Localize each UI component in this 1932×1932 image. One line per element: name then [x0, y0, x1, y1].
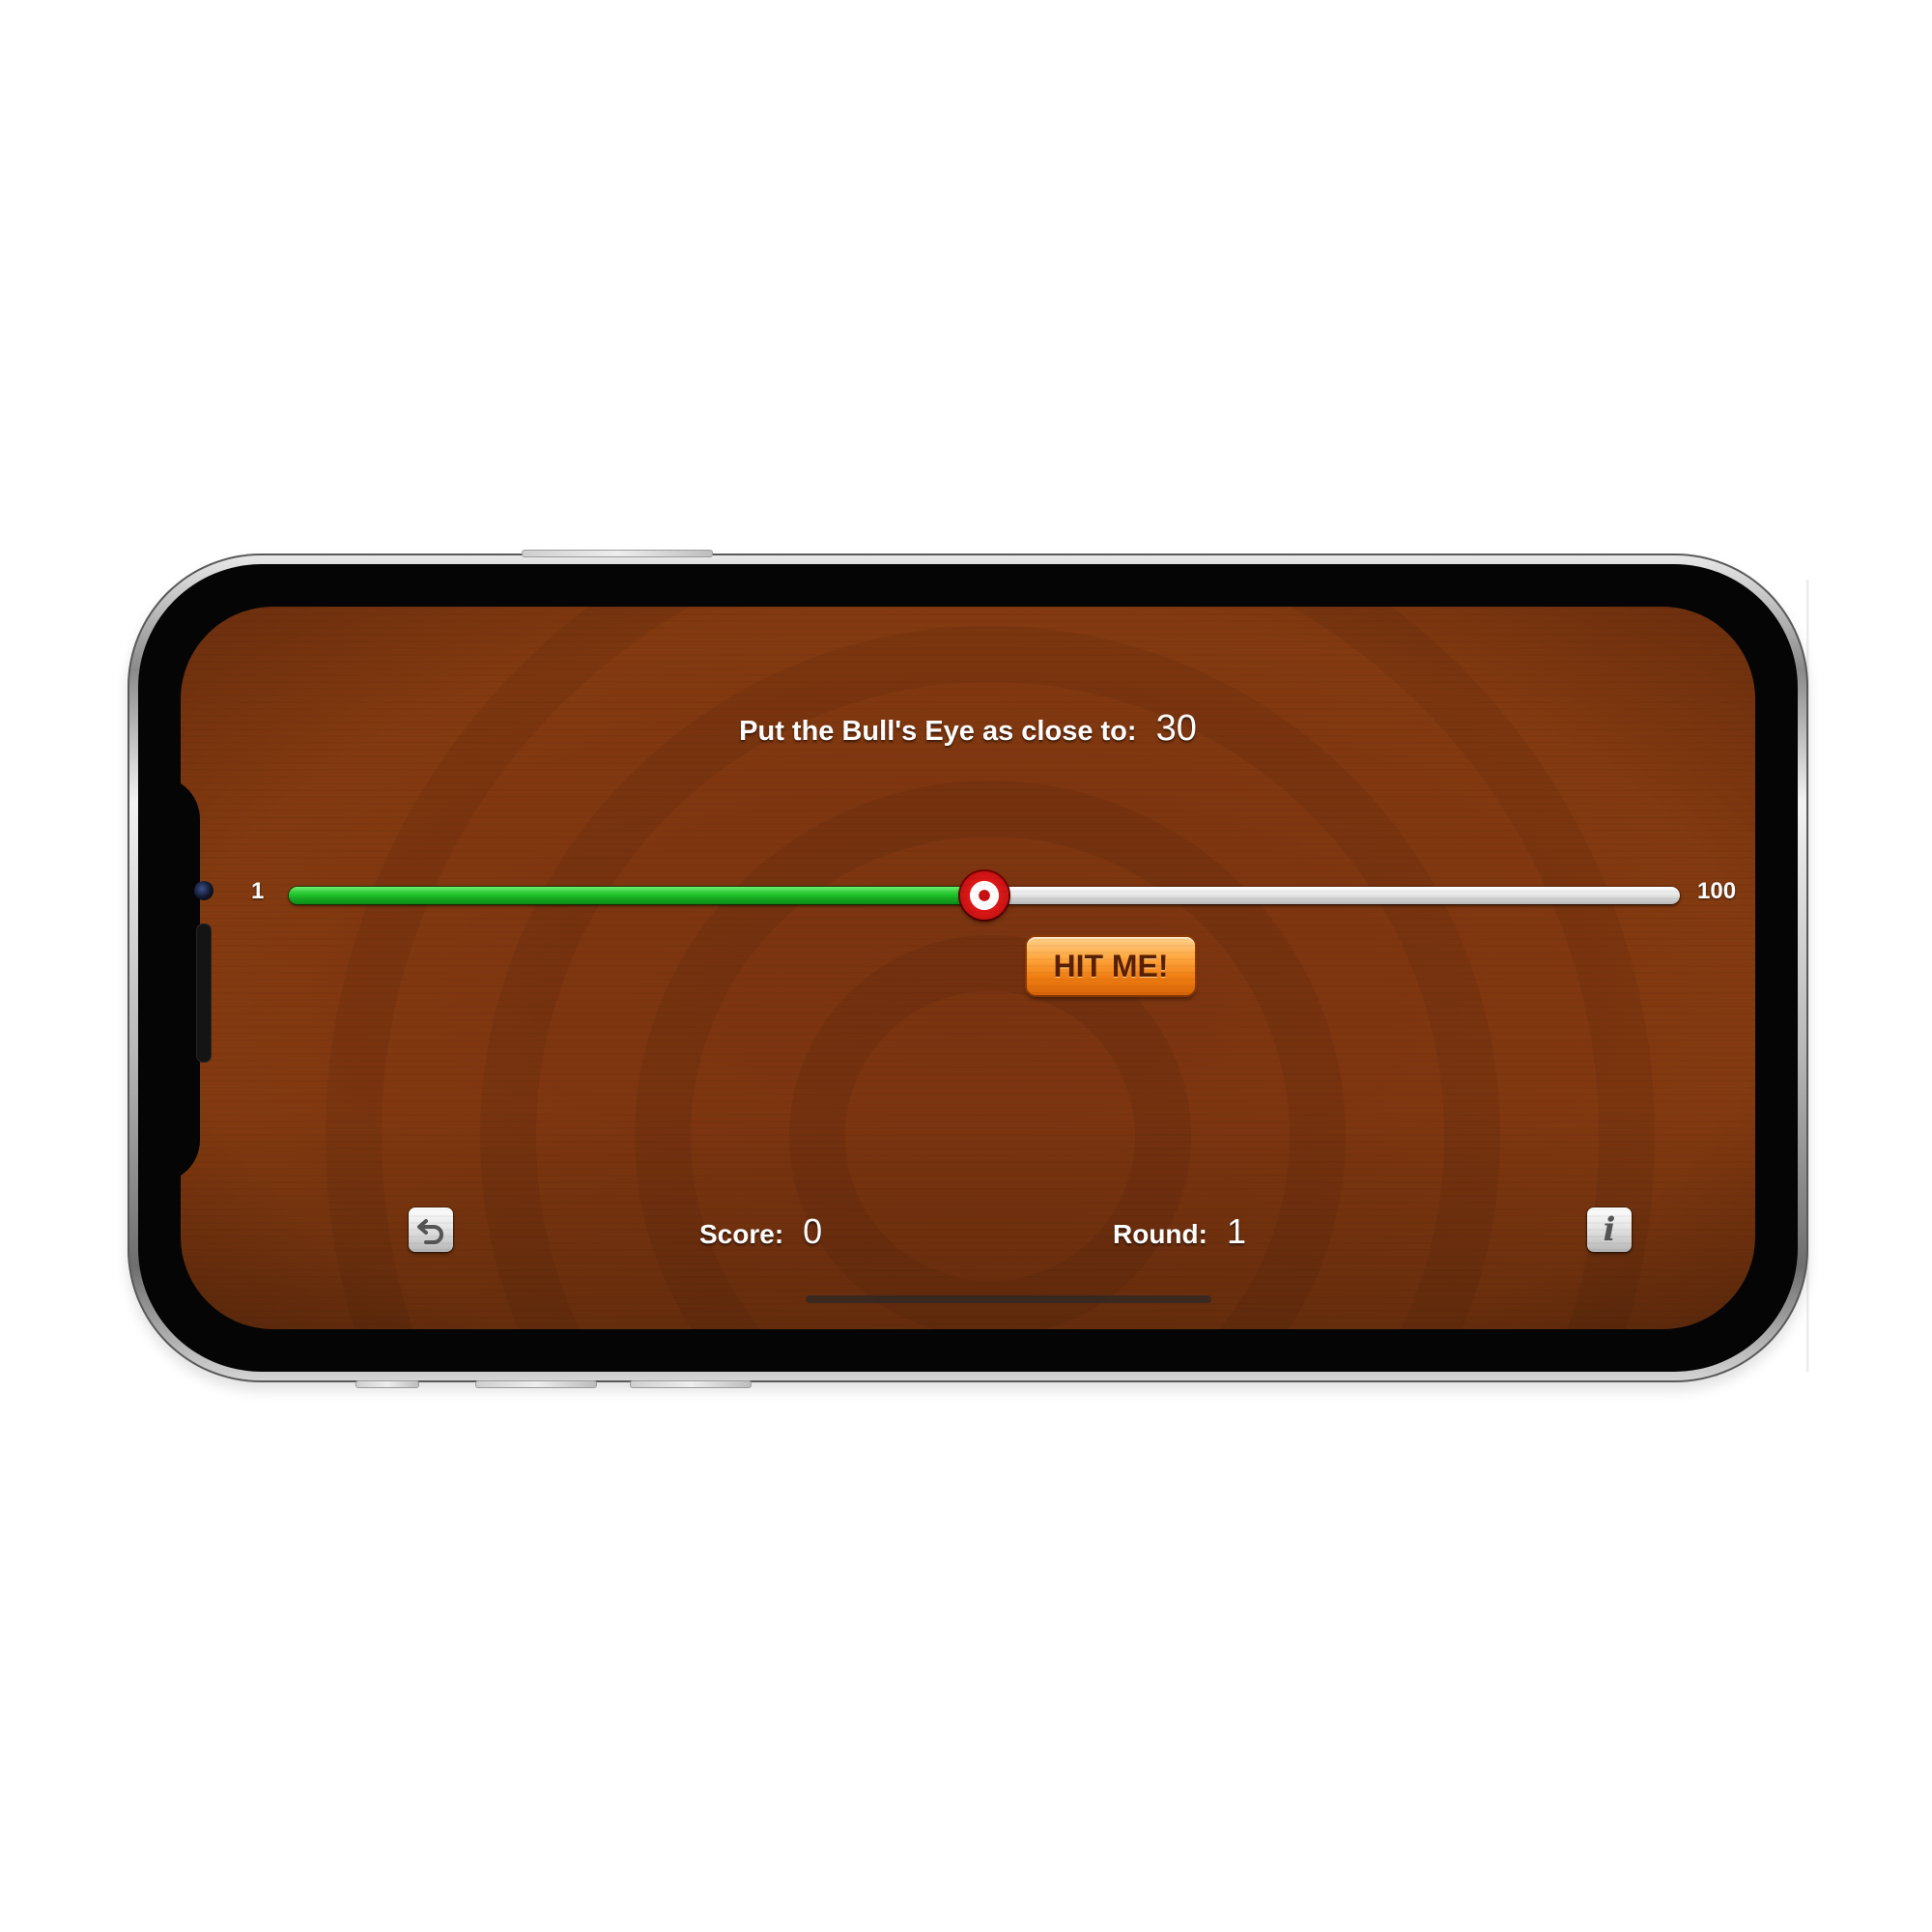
slider-max-label: 100 [1697, 878, 1737, 904]
speaker-icon [196, 923, 212, 1063]
hardware-button-bottom-3 [630, 1380, 752, 1388]
round-display: Round: 1 [1113, 1211, 1246, 1252]
notch [157, 777, 200, 1182]
camera-icon [194, 881, 213, 900]
score-label: Score: [699, 1219, 784, 1249]
score-display: Score: 0 [699, 1211, 822, 1252]
bullseye-icon[interactable] [960, 871, 1009, 920]
phone-bezel: Put the Bull's Eye as close to: 30 1 100… [138, 564, 1798, 1372]
round-value: 1 [1226, 1211, 1246, 1251]
phone-frame: Put the Bull's Eye as close to: 30 1 100… [128, 550, 1808, 1388]
home-indicator[interactable] [806, 1295, 1211, 1303]
round-label: Round: [1113, 1219, 1208, 1249]
hardware-button-top [522, 550, 713, 557]
hardware-button-bottom-1 [355, 1380, 419, 1388]
info-icon: i [1603, 1210, 1616, 1249]
info-button[interactable]: i [1587, 1208, 1632, 1252]
hit-me-button[interactable]: HIT ME! [1027, 937, 1195, 995]
guess-slider[interactable]: 1 100 [181, 866, 1755, 923]
restart-button[interactable] [409, 1208, 453, 1252]
target-instruction: Put the Bull's Eye as close to: 30 [181, 708, 1755, 766]
bottom-bar: Score: 0 Round: 1 i [181, 1202, 1755, 1260]
slider-min-label: 1 [251, 878, 265, 904]
restart-icon [417, 1219, 443, 1244]
target-value: 30 [1155, 708, 1197, 749]
slider-fill [289, 887, 984, 904]
instruction-label: Put the Bull's Eye as close to: [739, 716, 1137, 747]
hardware-button-bottom-2 [475, 1380, 597, 1388]
score-value: 0 [803, 1211, 823, 1251]
game-screen: Put the Bull's Eye as close to: 30 1 100… [181, 607, 1755, 1329]
